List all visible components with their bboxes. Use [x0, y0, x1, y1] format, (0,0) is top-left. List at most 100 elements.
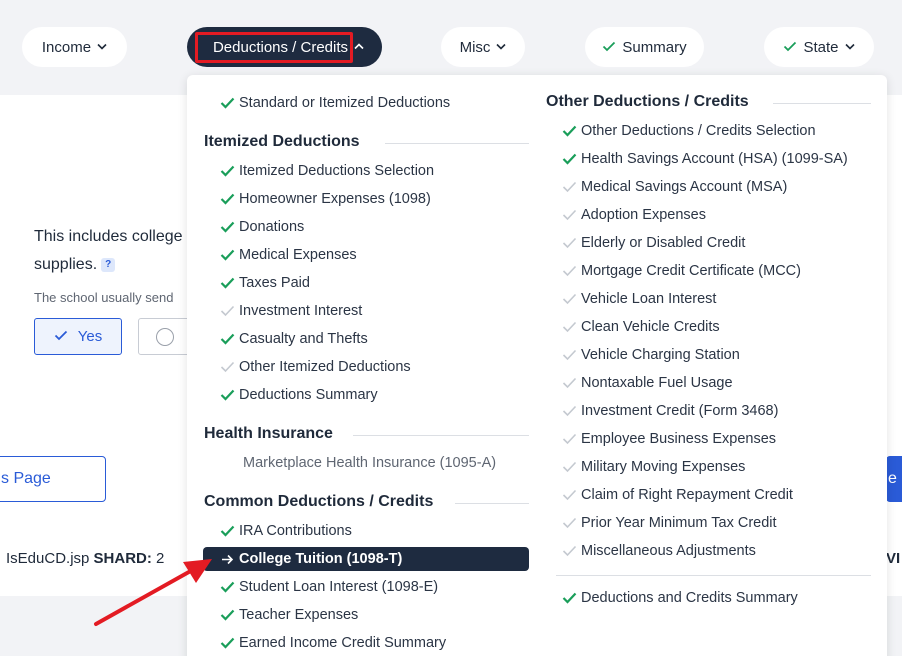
menu-item-casualty-and-thefts[interactable]: Casualty and Thefts [215, 327, 368, 351]
menu-item-label: Health Savings Account (HSA) (1099-SA) [581, 151, 848, 167]
menu-item-vehicle-charging-station[interactable]: Vehicle Charging Station [557, 343, 740, 367]
check-icon [602, 39, 616, 56]
nav-state-label: State [803, 38, 839, 56]
menu-item-label: Donations [239, 219, 305, 235]
menu-item-other-deductions-credits-selection[interactable]: Other Deductions / Credits Selection [557, 119, 816, 143]
menu-item-employee-business-expenses[interactable]: Employee Business Expenses [557, 427, 776, 451]
check-pending-icon [557, 349, 581, 361]
menu-item-adoption-expenses[interactable]: Adoption Expenses [557, 203, 706, 227]
menu-item-label: Other Itemized Deductions [239, 359, 411, 375]
menu-item-label: Investment Interest [239, 303, 363, 319]
menu-item-label: Other Deductions / Credits Selection [581, 123, 816, 139]
menu-item-homeowner-expenses-1098[interactable]: Homeowner Expenses (1098) [215, 187, 431, 211]
menu-item-itemized-deductions-selection[interactable]: Itemized Deductions Selection [215, 159, 434, 183]
menu-item-label: Miscellaneous Adjustments [581, 543, 756, 559]
check-done-icon [215, 581, 239, 593]
check-pending-icon [557, 545, 581, 557]
check-pending-icon [215, 305, 239, 317]
check-pending-icon [557, 517, 581, 529]
chevron-down-icon [496, 41, 506, 53]
menu-item-vehicle-loan-interest[interactable]: Vehicle Loan Interest [557, 287, 716, 311]
check-done-icon [215, 249, 239, 261]
section-divider [455, 503, 529, 504]
menu-item-other-itemized-deductions[interactable]: Other Itemized Deductions [215, 355, 411, 379]
menu-item-label: Investment Credit (Form 3468) [581, 403, 779, 419]
menu-item-deductions-summary[interactable]: Deductions Summary [215, 383, 378, 407]
radio-circle-icon [156, 328, 174, 346]
check-pending-icon [557, 321, 581, 333]
check-pending-icon [557, 237, 581, 249]
menu-item-investment-interest[interactable]: Investment Interest [215, 299, 362, 323]
help-icon[interactable]: ? [101, 257, 116, 272]
menu-item-deductions-credits-summary[interactable]: Deductions and Credits Summary [557, 586, 798, 610]
menu-item-claim-of-right-repayment-credit[interactable]: Claim of Right Repayment Credit [557, 483, 793, 507]
section-title: Itemized Deductions [204, 133, 360, 150]
menu-item-label: Elderly or Disabled Credit [581, 235, 746, 251]
question-text-line2-label: supplies. [34, 256, 98, 273]
menu-item-prior-year-minimum-tax-credit[interactable]: Prior Year Minimum Tax Credit [557, 511, 777, 535]
menu-item-nontaxable-fuel-usage[interactable]: Nontaxable Fuel Usage [557, 371, 733, 395]
menu-item-label: Deductions and Credits Summary [581, 590, 798, 606]
menu-item-label: Taxes Paid [239, 275, 310, 291]
check-done-icon [215, 193, 239, 205]
section-common-deductions-heading: Common Deductions / Credits [204, 493, 433, 511]
yes-option-label: Yes [77, 328, 103, 345]
menu-item-donations[interactable]: Donations [215, 215, 304, 239]
next-page-button[interactable]: e [886, 456, 902, 502]
menu-item-label: IRA Contributions [239, 523, 352, 539]
check-done-icon [557, 153, 581, 165]
menu-item-label: Prior Year Minimum Tax Credit [581, 515, 777, 531]
menu-item-label: Claim of Right Repayment Credit [581, 487, 793, 503]
question-text-line1: This includes college [34, 228, 183, 245]
menu-item-military-moving-expenses[interactable]: Military Moving Expenses [557, 455, 745, 479]
menu-item-clean-vehicle-credits[interactable]: Clean Vehicle Credits [557, 315, 720, 339]
nav-misc-label: Misc [459, 38, 491, 56]
previous-page-button[interactable]: s Page [0, 456, 106, 502]
menu-item-label: Casualty and Thefts [239, 331, 368, 347]
nav-summary[interactable]: Summary [585, 27, 704, 67]
nav-income-label: Income [41, 38, 92, 56]
menu-item-college-tuition-1098-t[interactable]: College Tuition (1098-T) [203, 547, 529, 571]
section-title: Common Deductions / Credits [204, 493, 434, 510]
section-title: Health Insurance [204, 425, 333, 442]
check-pending-icon [557, 461, 581, 473]
nav-state[interactable]: State [764, 27, 874, 67]
menu-item-medical-savings-account-msa[interactable]: Medical Savings Account (MSA) [557, 175, 787, 199]
check-done-icon [215, 333, 239, 345]
menu-item-earned-income-credit-summary[interactable]: Earned Income Credit Summary [215, 631, 446, 655]
check-pending-icon [557, 489, 581, 501]
menu-item-label: Earned Income Credit Summary [239, 635, 447, 651]
debug-shard-info: IsEduCD.jsp SHARD: 2 [6, 550, 164, 567]
check-pending-icon [557, 293, 581, 305]
check-done-icon [215, 637, 239, 649]
menu-item-student-loan-interest-1098-e[interactable]: Student Loan Interest (1098-E) [215, 575, 438, 599]
menu-item-investment-credit-form-3468[interactable]: Investment Credit (Form 3468) [557, 399, 778, 423]
section-divider [353, 435, 529, 436]
menu-item-label: Student Loan Interest (1098-E) [239, 579, 439, 595]
section-health-insurance-heading: Health Insurance [204, 425, 333, 443]
nav-income[interactable]: Income [22, 27, 127, 67]
nav-misc[interactable]: Misc [441, 27, 525, 67]
menu-item-miscellaneous-adjustments[interactable]: Miscellaneous Adjustments [557, 539, 756, 563]
menu-item-elderly-or-disabled-credit[interactable]: Elderly or Disabled Credit [557, 231, 745, 255]
menu-item-medical-expenses[interactable]: Medical Expenses [215, 243, 357, 267]
menu-item-ira-contributions[interactable]: IRA Contributions [215, 519, 352, 543]
menu-item-label: Itemized Deductions Selection [239, 163, 435, 179]
menu-item-label: Military Moving Expenses [581, 459, 746, 475]
menu-item-taxes-paid[interactable]: Taxes Paid [215, 271, 310, 295]
yes-option-button[interactable]: Yes [34, 318, 122, 355]
menu-item-mortgage-credit-certificate-mcc[interactable]: Mortgage Credit Certificate (MCC) [557, 259, 801, 283]
menu-item-label: Medical Expenses [239, 247, 357, 263]
check-pending-icon [557, 377, 581, 389]
menu-item-marketplace-health-insurance[interactable]: Marketplace Health Insurance (1095-A) [215, 451, 496, 475]
menu-item-teacher-expenses[interactable]: Teacher Expenses [215, 603, 358, 627]
menu-item-label: Teacher Expenses [239, 607, 359, 623]
menu-item-standard-or-itemized[interactable]: Standard or Itemized Deductions [215, 91, 450, 115]
menu-item-label: Vehicle Charging Station [581, 347, 740, 363]
section-divider [385, 143, 529, 144]
section-other-deductions-heading: Other Deductions / Credits [546, 93, 749, 111]
check-pending-icon [557, 209, 581, 221]
menu-item-label: Nontaxable Fuel Usage [581, 375, 733, 391]
menu-item-label: Deductions Summary [239, 387, 378, 403]
menu-item-health-savings-account-hsa-1099-sa[interactable]: Health Savings Account (HSA) (1099-SA) [557, 147, 848, 171]
